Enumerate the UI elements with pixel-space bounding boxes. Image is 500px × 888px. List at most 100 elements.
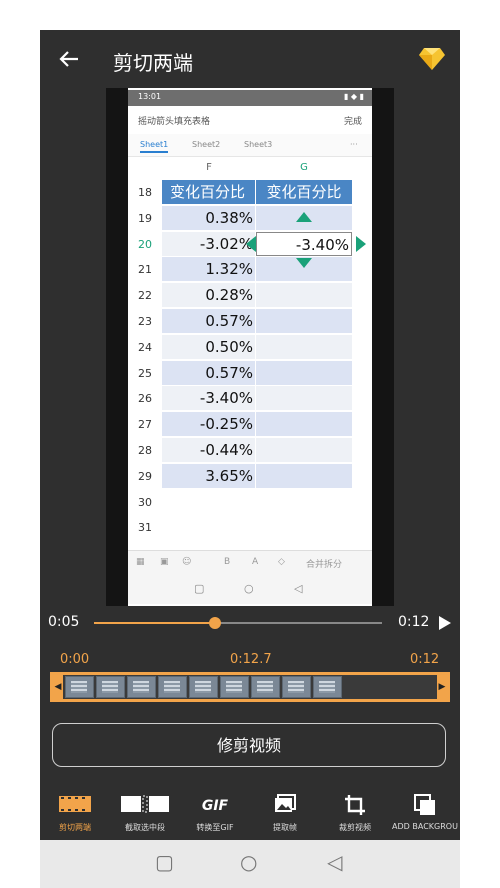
tool-label: 裁剪视频 [339, 823, 371, 832]
cell-f: 0.57% [162, 360, 255, 385]
fill-right-arrow-icon [356, 235, 366, 252]
cell-g: -3.40% [256, 231, 352, 256]
trim-times: 0:00 0:12.7 0:12 [40, 652, 460, 672]
doc-title-bar: 摇动箭头填充表格 完成 [128, 106, 372, 135]
tool-extract-segment[interactable]: 截取选中段 [110, 790, 180, 840]
tool-label: ADD BACKGROU [392, 822, 458, 831]
timeline-thumbnail [313, 676, 342, 698]
cell-g [256, 463, 352, 488]
row-number: 28 [138, 444, 152, 457]
sheets-more: ··· [350, 140, 358, 149]
timeline-thumbnail [65, 676, 94, 698]
row-number: 23 [138, 315, 152, 328]
cell-f: 0.50% [162, 334, 255, 359]
video-frame: 13:01 ▮ ◆ ▮ 摇动箭头填充表格 完成 Sheet1 Sheet2 Sh… [128, 88, 372, 606]
table-row: 28 -0.44% [128, 438, 372, 464]
done-label: 完成 [343, 117, 362, 127]
cell-g [256, 334, 352, 359]
triangle-nav-icon: ◁ [294, 582, 303, 595]
cell-f: 1.32% [162, 257, 255, 282]
cell-g [256, 412, 352, 437]
row-number: 30 [138, 495, 152, 509]
cell-f [162, 515, 255, 539]
grid-icon: ▦ [136, 557, 145, 567]
page-title: 剪切两端 [113, 51, 193, 75]
phone-status-bar: 13:01 ▮ ◆ ▮ [128, 90, 372, 106]
table-row: 18 变化百分比 变化百分比 [128, 180, 372, 206]
play-icon[interactable] [438, 615, 452, 631]
home-icon[interactable]: ○ [240, 850, 257, 874]
row-number: 19 [138, 211, 152, 225]
timeline-thumbnail [127, 676, 156, 698]
image-icon [250, 794, 320, 818]
back-arrow-icon[interactable] [58, 48, 80, 70]
trim-start-time: 0:00 [60, 652, 90, 667]
status-icons: ▮ ◆ ▮ [343, 92, 364, 101]
trim-timeline[interactable]: ◀ ▶ [50, 672, 450, 702]
system-nav-bar: ▢ ○ ◁ [40, 840, 460, 888]
cell-f: 0.28% [162, 283, 255, 308]
fill-left-arrow-icon [246, 235, 256, 252]
trim-right-handle[interactable]: ▶ [437, 675, 447, 699]
status-time: 13:01 [138, 92, 162, 101]
cell-f [162, 490, 255, 514]
trim-left-handle[interactable]: ◀ [53, 675, 63, 699]
playback-bar: 0:05 0:12 [40, 606, 460, 642]
film-trim-icon [40, 794, 110, 818]
table-row: 31 [128, 515, 372, 541]
row-number: 29 [138, 469, 152, 483]
row-number: 22 [138, 289, 152, 303]
sheet-tabs: Sheet1 Sheet2 Sheet3 ··· [128, 134, 372, 157]
seek-progress [94, 622, 215, 624]
timeline-thumbnail [251, 676, 280, 698]
row-number: 24 [138, 340, 152, 354]
cell-f: -0.44% [162, 438, 255, 462]
timeline-thumbnail [220, 676, 249, 698]
cell-f: -3.40% [162, 386, 255, 411]
cell-g [256, 490, 352, 514]
trim-mid-time: 0:12.7 [230, 652, 272, 667]
cell-f: 变化百分比 [162, 180, 255, 204]
cell-g [256, 360, 352, 385]
square-nav-icon: ▢ [194, 582, 205, 595]
table-row: 24 0.50% [128, 334, 372, 361]
cell-g [256, 386, 352, 411]
tool-extract-frame[interactable]: 提取帧 [250, 790, 320, 840]
sheet-tab-1: Sheet1 [140, 140, 169, 153]
sheet-toolbar: ▦ ▣ ☺ B A ◇ 合并拆分 [128, 550, 372, 577]
row-number: 20 [138, 237, 152, 251]
sheet-tab-3: Sheet3 [244, 140, 273, 149]
back-nav-icon[interactable]: ◁ [327, 850, 342, 874]
tool-label: 剪切两端 [59, 823, 91, 832]
table-row: 30 [128, 490, 372, 516]
merge-tool: 合并拆分 [306, 560, 343, 570]
timeline-thumbnail [189, 676, 218, 698]
trim-end-time: 0:12 [410, 652, 440, 667]
app-screen: 剪切两端 13:01 ▮ ◆ ▮ 摇动箭头填充表格 完成 Sheet1 Shee… [40, 30, 460, 888]
timeline-thumbnail [96, 676, 125, 698]
phone-nav-bar: ▢ ○ ◁ [128, 576, 372, 604]
row-number: 18 [138, 186, 152, 199]
crop-icon [320, 794, 390, 818]
premium-diamond-icon[interactable] [418, 44, 446, 72]
tool-background[interactable]: ADD BACKGROU [390, 790, 460, 840]
tool-to-gif[interactable]: GIF 转换至GIF [180, 790, 250, 840]
cell-f: 0.38% [162, 205, 255, 230]
cell-f: 3.65% [162, 463, 255, 488]
tool-bar: 剪切两端 截取选中段 GIF 转换至GIF 提取帧 裁剪视频 ADD BACKG… [40, 790, 460, 840]
background-icon [390, 794, 460, 818]
doc-title: 摇动箭头填充表格 [138, 117, 211, 127]
row-number: 31 [138, 521, 152, 535]
recent-apps-icon[interactable]: ▢ [155, 850, 174, 874]
tool-trim-ends[interactable]: 剪切两端 [40, 790, 110, 840]
cell-g [256, 515, 352, 539]
header: 剪切两端 [40, 30, 460, 88]
tool-label: 截取选中段 [125, 823, 165, 832]
row-number: 21 [138, 263, 152, 277]
font-tool: A [252, 557, 259, 567]
seek-thumb[interactable] [208, 617, 221, 629]
seek-track[interactable] [94, 617, 382, 629]
tool-crop[interactable]: 裁剪视频 [320, 790, 390, 840]
trim-video-button[interactable]: 修剪视频 [52, 723, 446, 767]
sheet-tab-2: Sheet2 [192, 140, 221, 149]
